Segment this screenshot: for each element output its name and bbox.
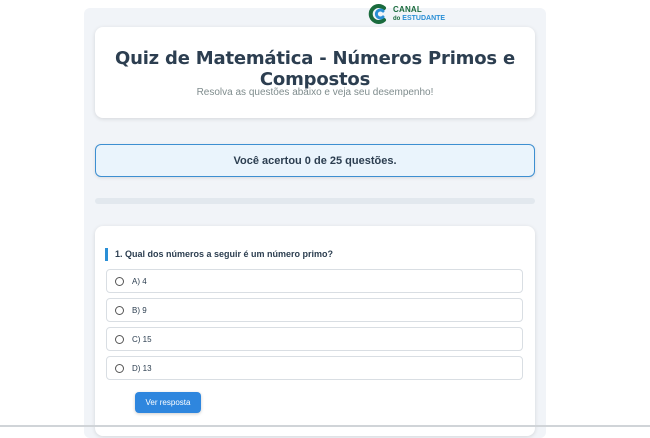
option-label: A) 4 xyxy=(132,276,147,286)
logo-mark-icon xyxy=(368,3,390,25)
option-label: C) 15 xyxy=(132,334,152,344)
score-result: Você acertou 0 de 25 questões. xyxy=(95,144,535,177)
radio-button-icon[interactable] xyxy=(115,305,124,315)
question-card: 1. Qual dos números a seguir é um número… xyxy=(95,226,535,436)
option-b[interactable]: B) 9 xyxy=(106,298,523,322)
header-card: Quiz de Matemática - Números Primos e Co… xyxy=(95,27,535,118)
logo-line-2-prefix: do xyxy=(393,15,401,22)
page-title: Quiz de Matemática - Números Primos e Co… xyxy=(115,48,515,90)
radio-button-icon[interactable] xyxy=(115,363,124,373)
logo-line-2: do ESTUDANTE xyxy=(393,14,445,24)
logo-line-2-text: ESTUDANTE xyxy=(402,14,446,22)
option-label: B) 9 xyxy=(132,305,147,315)
logo-line-1: CANAL xyxy=(393,4,422,14)
question-title: 1. Qual dos números a seguir é um número… xyxy=(105,248,333,261)
page-subtitle: Resolva as questões abaixo e veja seu de… xyxy=(196,87,434,98)
progress-bar xyxy=(95,198,535,204)
option-a[interactable]: A) 4 xyxy=(106,269,523,293)
option-d[interactable]: D) 13 xyxy=(106,356,523,380)
option-label: D) 13 xyxy=(132,363,152,373)
radio-button-icon[interactable] xyxy=(115,334,124,344)
logo-text: CANAL do ESTUDANTE xyxy=(393,5,445,24)
radio-button-icon[interactable] xyxy=(115,276,124,286)
option-c[interactable]: C) 15 xyxy=(106,327,523,351)
show-answer-button[interactable]: Ver resposta xyxy=(135,392,201,413)
canal-do-estudante-logo: CANAL do ESTUDANTE xyxy=(368,2,450,26)
